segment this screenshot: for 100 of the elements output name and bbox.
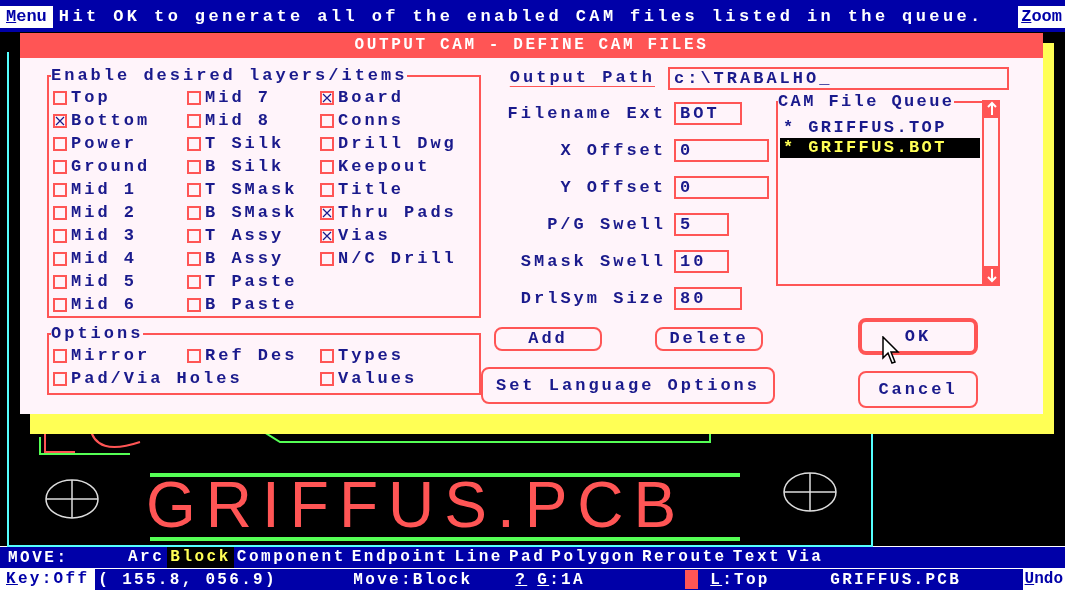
input-field[interactable]: BOT: [674, 102, 742, 125]
field-label: Y Offset: [559, 176, 666, 199]
checkbox[interactable]: [53, 205, 67, 220]
checkbox[interactable]: [187, 274, 201, 289]
command-item[interactable]: Arc: [125, 547, 168, 568]
checkbox-label: Keepout: [338, 155, 431, 178]
checkbox-label: B Assy: [205, 247, 285, 270]
checkbox-label: Drill Dwg: [338, 132, 457, 155]
checkbox-label: B SMask: [205, 201, 298, 224]
delete-button[interactable]: Delete: [655, 327, 763, 351]
checkbox[interactable]: [187, 113, 201, 128]
input-field[interactable]: 80: [674, 287, 742, 310]
checkbox[interactable]: [187, 297, 201, 312]
checkbox[interactable]: [53, 297, 67, 312]
output-path-field[interactable]: c:\TRABALHO_: [668, 66, 1009, 90]
checkbox[interactable]: [53, 159, 67, 174]
checkbox-label: T Assy: [205, 224, 285, 247]
command-item[interactable]: Via: [784, 547, 827, 568]
checkbox[interactable]: [320, 228, 334, 243]
checkbox[interactable]: [53, 228, 67, 243]
command-item[interactable]: Block: [167, 547, 234, 568]
field-label: DrlSym Size: [519, 287, 666, 310]
checkbox-label: Types: [338, 344, 404, 367]
dialog-title: OUTPUT CAM - DEFINE CAM FILES: [20, 33, 1043, 58]
checkbox[interactable]: [187, 90, 201, 105]
board-label: GRIFFUS.PCB: [146, 473, 687, 537]
checkbox[interactable]: [320, 251, 334, 266]
checkbox[interactable]: [53, 371, 67, 386]
checkbox[interactable]: [187, 136, 201, 151]
grid-indicator: G:1A: [537, 569, 586, 590]
checkbox-label: Mid 8: [205, 109, 271, 132]
checkbox[interactable]: [320, 371, 334, 386]
zoom-button[interactable]: Zoom: [1018, 6, 1065, 28]
command-item[interactable]: Text: [729, 547, 785, 568]
checkbox[interactable]: [320, 348, 334, 363]
checkbox[interactable]: [53, 251, 67, 266]
checkbox[interactable]: [53, 182, 67, 197]
checkbox-label: Values: [338, 367, 418, 390]
undo-button[interactable]: Undo: [1022, 569, 1065, 590]
command-item[interactable]: Pad: [505, 547, 549, 568]
checkbox-label: Pad/Via Holes: [71, 367, 243, 390]
checkbox[interactable]: [187, 182, 201, 197]
checkbox[interactable]: [187, 228, 201, 243]
mouse-cursor-icon: [882, 336, 902, 366]
status-message: Hit OK to generate all of the enabled CAM files listed in the queue.: [58, 6, 984, 29]
menu-button[interactable]: Menu: [0, 6, 53, 28]
queue-item[interactable]: * GRIFFUS.TOP: [780, 118, 980, 138]
group-title: Options: [51, 324, 144, 344]
checkbox-label: Board: [338, 86, 404, 109]
scroll-up-icon[interactable]: [984, 100, 1000, 118]
checkbox[interactable]: [187, 348, 201, 363]
add-button[interactable]: Add: [494, 327, 602, 351]
cancel-button[interactable]: Cancel: [858, 371, 978, 408]
checkbox-label: N/C Drill: [338, 247, 457, 270]
input-field[interactable]: 10: [674, 250, 729, 273]
checkbox[interactable]: [53, 274, 67, 289]
key-toggle[interactable]: Key:Off: [0, 569, 96, 590]
input-field[interactable]: 0: [674, 176, 769, 199]
command-item[interactable]: Reroute: [639, 547, 730, 568]
checkbox-label: T Paste: [205, 270, 298, 293]
checkbox-label: Ground: [71, 155, 151, 178]
checkbox[interactable]: [53, 90, 67, 105]
checkbox-label: Mirror: [71, 344, 151, 367]
scrollbar[interactable]: [982, 100, 998, 284]
checkbox[interactable]: [320, 159, 334, 174]
checkbox[interactable]: [320, 113, 334, 128]
help-indicator[interactable]: ?: [515, 567, 528, 590]
checkbox[interactable]: [320, 205, 334, 220]
checkbox[interactable]: [187, 205, 201, 220]
checkbox-label: Mid 6: [71, 293, 137, 316]
command-item[interactable]: Polygon: [548, 547, 639, 568]
checkbox-label: Mid 1: [71, 178, 137, 201]
input-field[interactable]: 5: [674, 213, 729, 236]
checkbox[interactable]: [187, 251, 201, 266]
command-item[interactable]: Line: [451, 547, 506, 568]
checkbox[interactable]: [320, 90, 334, 105]
checkbox-label: Ref Des: [205, 344, 298, 367]
scroll-down-icon[interactable]: [984, 266, 1000, 284]
field-label: X Offset: [559, 139, 666, 162]
checkbox-label: Mid 3: [71, 224, 137, 247]
layer-color-icon: [685, 570, 699, 589]
file-name: GRIFFUS.PCB: [830, 569, 963, 590]
command-item[interactable]: Endpoint: [348, 547, 452, 568]
queue-item[interactable]: * GRIFFUS.BOT: [780, 138, 980, 158]
checkbox-label: Bottom: [71, 109, 151, 132]
checkbox[interactable]: [53, 136, 67, 151]
field-label: Filename Ext: [506, 102, 666, 125]
command-item[interactable]: Component: [233, 547, 349, 568]
field-label: P/G Swell: [546, 213, 666, 236]
checkbox-label: Top: [71, 86, 111, 109]
language-options-button[interactable]: Set Language Options: [481, 367, 775, 404]
group-title: Enable desired layers/items: [51, 66, 408, 86]
checkbox[interactable]: [53, 348, 67, 363]
input-field[interactable]: 0: [674, 139, 769, 162]
layer-indicator: L:Top: [710, 569, 771, 590]
checkbox[interactable]: [320, 182, 334, 197]
checkbox-label: Mid 2: [71, 201, 137, 224]
checkbox[interactable]: [53, 113, 67, 128]
checkbox[interactable]: [320, 136, 334, 151]
checkbox[interactable]: [187, 159, 201, 174]
